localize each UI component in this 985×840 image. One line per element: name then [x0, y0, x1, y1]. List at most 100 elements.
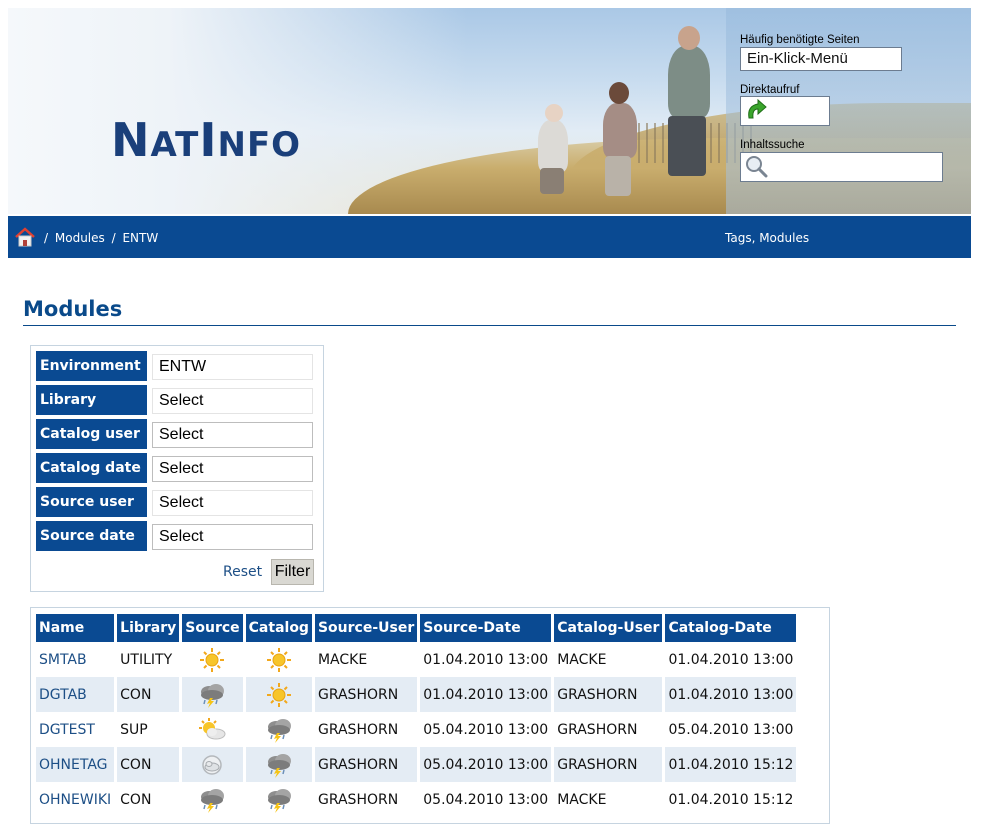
filter-label: Catalog user	[36, 419, 147, 449]
breadcrumb: / Modules / ENTW	[44, 231, 161, 245]
module-name-link[interactable]: OHNETAG	[36, 747, 115, 782]
magnifier-icon[interactable]	[743, 153, 771, 181]
filter-button[interactable]: Filter	[271, 559, 314, 585]
catalog-user-cell: GRASHORN	[557, 721, 638, 738]
filter-label: Library	[36, 385, 147, 415]
environment-select[interactable]: ENTW	[152, 354, 313, 380]
catalog-status-cell	[246, 642, 312, 677]
filter-panel: Environment ENTW Library Select Catalog …	[30, 345, 324, 592]
filter-row-catalog-user: Catalog user Select	[36, 419, 319, 449]
thunderstorm-icon	[264, 717, 294, 743]
column-header-source[interactable]: Source	[182, 614, 243, 642]
catalog-user-select[interactable]: Select	[152, 422, 313, 448]
source-user-cell: GRASHORN	[317, 791, 399, 808]
home-icon[interactable]	[14, 226, 36, 248]
content-search-input[interactable]	[740, 152, 943, 182]
thunderstorm-icon	[264, 787, 294, 813]
page-title: Modules	[23, 297, 123, 321]
column-header-catalog[interactable]: Catalog	[245, 614, 312, 642]
catalog-date-cell: 01.04.2010 13:00	[665, 677, 797, 712]
library-cell: CON	[117, 677, 180, 712]
module-name-link[interactable]: OHNEWIKI	[36, 782, 114, 817]
source-user-cell: GRASHORN	[317, 721, 399, 738]
catalog-status-cell	[245, 747, 312, 782]
direct-access-label: Direktaufruf	[740, 84, 800, 96]
one-click-menu-select[interactable]: Ein-Klick-Menü	[740, 47, 902, 71]
tags-modules-link[interactable]: Tags, Modules	[725, 231, 809, 245]
source-user-cell: GRASHORN	[314, 747, 418, 782]
catalog-date-select[interactable]: Select	[152, 456, 313, 482]
thunderstorm-icon	[264, 752, 294, 778]
reset-link[interactable]: Reset	[223, 564, 262, 580]
column-header-source-user[interactable]: Source-User	[314, 614, 418, 642]
modules-table: Name Library Source Catalog Source-User …	[33, 614, 799, 817]
source-status-cell	[182, 677, 243, 712]
filter-label: Source user	[36, 487, 147, 517]
sunny-icon	[264, 682, 294, 708]
sunny-icon	[264, 647, 294, 673]
table-row: DGTEST SUP GRASHORN 05.04.2010 13:00 GRASHOR…	[36, 712, 796, 747]
catalog-status-cell	[246, 782, 312, 817]
table-row: SMTAB UTILITY MACKE 01.04.2010 13:00 MACKE 01…	[36, 642, 796, 677]
library-cell: SUP	[120, 721, 148, 738]
library-cell: CON	[120, 791, 152, 808]
header-banner: NATINFO Häufig benötigte Seiten Ein-Klic…	[8, 8, 971, 214]
filter-row-environment: Environment ENTW	[36, 351, 319, 381]
catalog-status-cell	[246, 712, 312, 747]
source-date-select[interactable]: Select	[152, 524, 313, 550]
breadcrumb-entw: ENTW	[122, 231, 159, 245]
module-name-link[interactable]: DGTAB	[36, 677, 115, 712]
thunderstorm-icon	[197, 682, 227, 708]
content-search-label: Inhaltssuche	[740, 139, 805, 151]
module-name-link[interactable]: DGTEST	[36, 712, 114, 747]
source-status-cell	[182, 712, 242, 747]
catalog-user-cell: GRASHORN	[554, 747, 663, 782]
source-user-cell: MACKE	[317, 651, 368, 668]
column-header-catalog-date[interactable]: Catalog-Date	[665, 614, 797, 642]
filter-row-library: Library Select	[36, 385, 319, 415]
source-date-cell: 01.04.2010 13:00	[423, 651, 549, 668]
source-status-cell	[182, 642, 242, 677]
library-cell: UTILITY	[120, 651, 173, 668]
modules-table-panel: Name Library Source Catalog Source-User …	[30, 607, 830, 824]
table-header-row: Name Library Source Catalog Source-User …	[36, 614, 797, 642]
partly-cloudy-icon	[197, 717, 227, 743]
catalog-date-cell: 01.04.2010 13:00	[668, 651, 794, 668]
source-date-cell: 05.04.2010 13:00	[423, 791, 549, 808]
source-date-cell: 05.04.2010 13:00	[423, 721, 549, 738]
filter-label: Environment	[36, 351, 147, 381]
filter-row-source-user: Source user Select	[36, 487, 319, 517]
column-header-library[interactable]: Library	[117, 614, 180, 642]
title-divider	[23, 325, 956, 326]
library-select[interactable]: Select	[152, 388, 313, 414]
source-status-cell	[182, 782, 242, 817]
catalog-status-cell	[245, 677, 312, 712]
direct-access-input[interactable]	[740, 96, 830, 126]
source-status-cell	[182, 747, 243, 782]
column-header-source-date[interactable]: Source-Date	[420, 614, 552, 642]
cloud-outline-icon	[197, 752, 227, 778]
catalog-date-cell: 05.04.2010 13:00	[668, 721, 794, 738]
filter-label: Source date	[36, 521, 147, 551]
sunny-icon	[197, 647, 227, 673]
breadcrumb-bar: / Modules / ENTW Tags, Modules	[8, 216, 971, 258]
natinfo-logo: NATINFO	[111, 113, 302, 167]
green-arrow-icon[interactable]	[744, 98, 772, 124]
source-date-cell: 01.04.2010 13:00	[420, 677, 552, 712]
library-cell: CON	[117, 747, 180, 782]
thunderstorm-icon	[197, 787, 227, 813]
column-header-name[interactable]: Name	[36, 614, 115, 642]
catalog-date-cell: 01.04.2010 15:12	[665, 747, 797, 782]
module-name-link[interactable]: SMTAB	[36, 642, 114, 677]
table-row: OHNETAG CON GRASHORN 05.04.2010 13:00 GRASHO…	[36, 747, 797, 782]
filter-row-source-date: Source date Select	[36, 521, 319, 551]
breadcrumb-modules[interactable]: Modules	[55, 231, 105, 245]
table-row: OHNEWIKI CON GRASHORN 05.04.2010 13:00 MACKE…	[36, 782, 796, 817]
source-user-select[interactable]: Select	[152, 490, 313, 516]
catalog-user-cell: GRASHORN	[554, 677, 663, 712]
table-row: DGTAB CON GRASHORN 01.04.2010 13:00 GRASHORN…	[36, 677, 797, 712]
breadcrumb-separator: /	[111, 231, 116, 245]
filter-row-catalog-date: Catalog date Select	[36, 453, 319, 483]
column-header-catalog-user[interactable]: Catalog-User	[554, 614, 663, 642]
frequent-pages-label: Häufig benötigte Seiten	[740, 34, 860, 46]
